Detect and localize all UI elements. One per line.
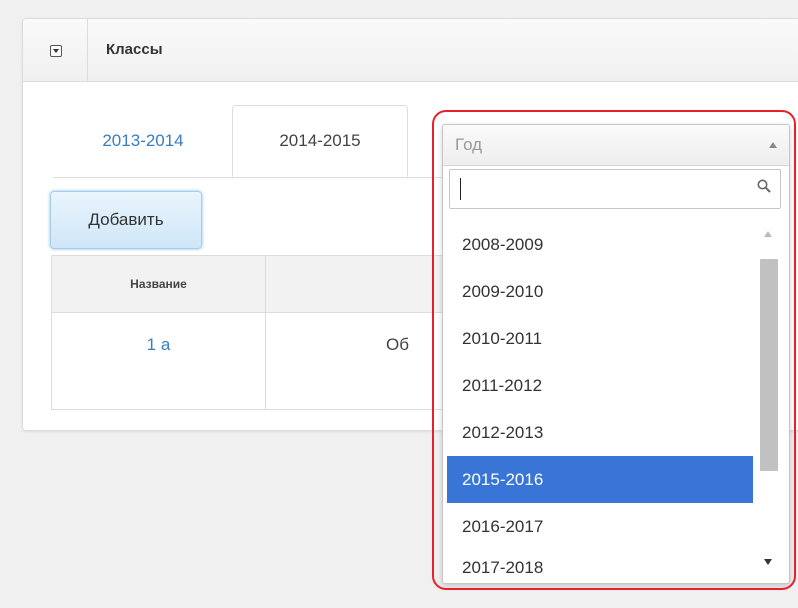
chevron-up-icon bbox=[769, 142, 777, 148]
year-select[interactable]: Год bbox=[443, 125, 789, 166]
search-icon bbox=[757, 179, 771, 193]
tab-2014-2015[interactable]: 2014-2015 bbox=[232, 105, 408, 177]
dropdown-scrollbar[interactable] bbox=[757, 221, 779, 579]
dropdown-option[interactable]: 2016-2017 bbox=[447, 503, 753, 550]
collapse-icon[interactable] bbox=[50, 45, 62, 57]
year-dropdown[interactable]: Год 2008-2009 2009-2010 2010-2011 2011-2… bbox=[442, 124, 790, 584]
add-button[interactable]: Добавить bbox=[50, 191, 202, 249]
table-cell-name: 1 а bbox=[51, 312, 266, 410]
dropdown-option[interactable]: 2010-2011 bbox=[447, 315, 753, 362]
dropdown-option[interactable]: 2012-2013 bbox=[447, 409, 753, 456]
dropdown-option[interactable]: 2011-2012 bbox=[447, 362, 753, 409]
scrollbar-thumb[interactable] bbox=[760, 259, 778, 471]
dropdown-option[interactable]: 2017-2018 bbox=[447, 550, 753, 579]
text-cursor bbox=[460, 178, 461, 200]
class-link[interactable]: 1 а bbox=[52, 313, 265, 355]
collapse-toggle[interactable] bbox=[23, 19, 88, 81]
panel-title: Классы bbox=[106, 41, 163, 58]
dropdown-option[interactable]: 2008-2009 bbox=[447, 221, 753, 268]
tabs-divider bbox=[53, 177, 453, 178]
dropdown-options: 2008-2009 2009-2010 2010-2011 2011-2012 … bbox=[447, 221, 753, 579]
dropdown-option[interactable]: 2009-2010 bbox=[447, 268, 753, 315]
dropdown-search-input[interactable] bbox=[449, 169, 781, 209]
dropdown-option-selected[interactable]: 2015-2016 bbox=[447, 456, 753, 503]
tab-2013-2014[interactable]: 2013-2014 bbox=[63, 105, 223, 177]
scroll-down-icon[interactable] bbox=[764, 559, 772, 565]
column-header-name[interactable]: Название bbox=[51, 255, 266, 313]
year-select-placeholder: Год bbox=[455, 135, 483, 154]
scroll-up-icon[interactable] bbox=[764, 231, 772, 237]
panel-header: Классы bbox=[23, 19, 798, 82]
